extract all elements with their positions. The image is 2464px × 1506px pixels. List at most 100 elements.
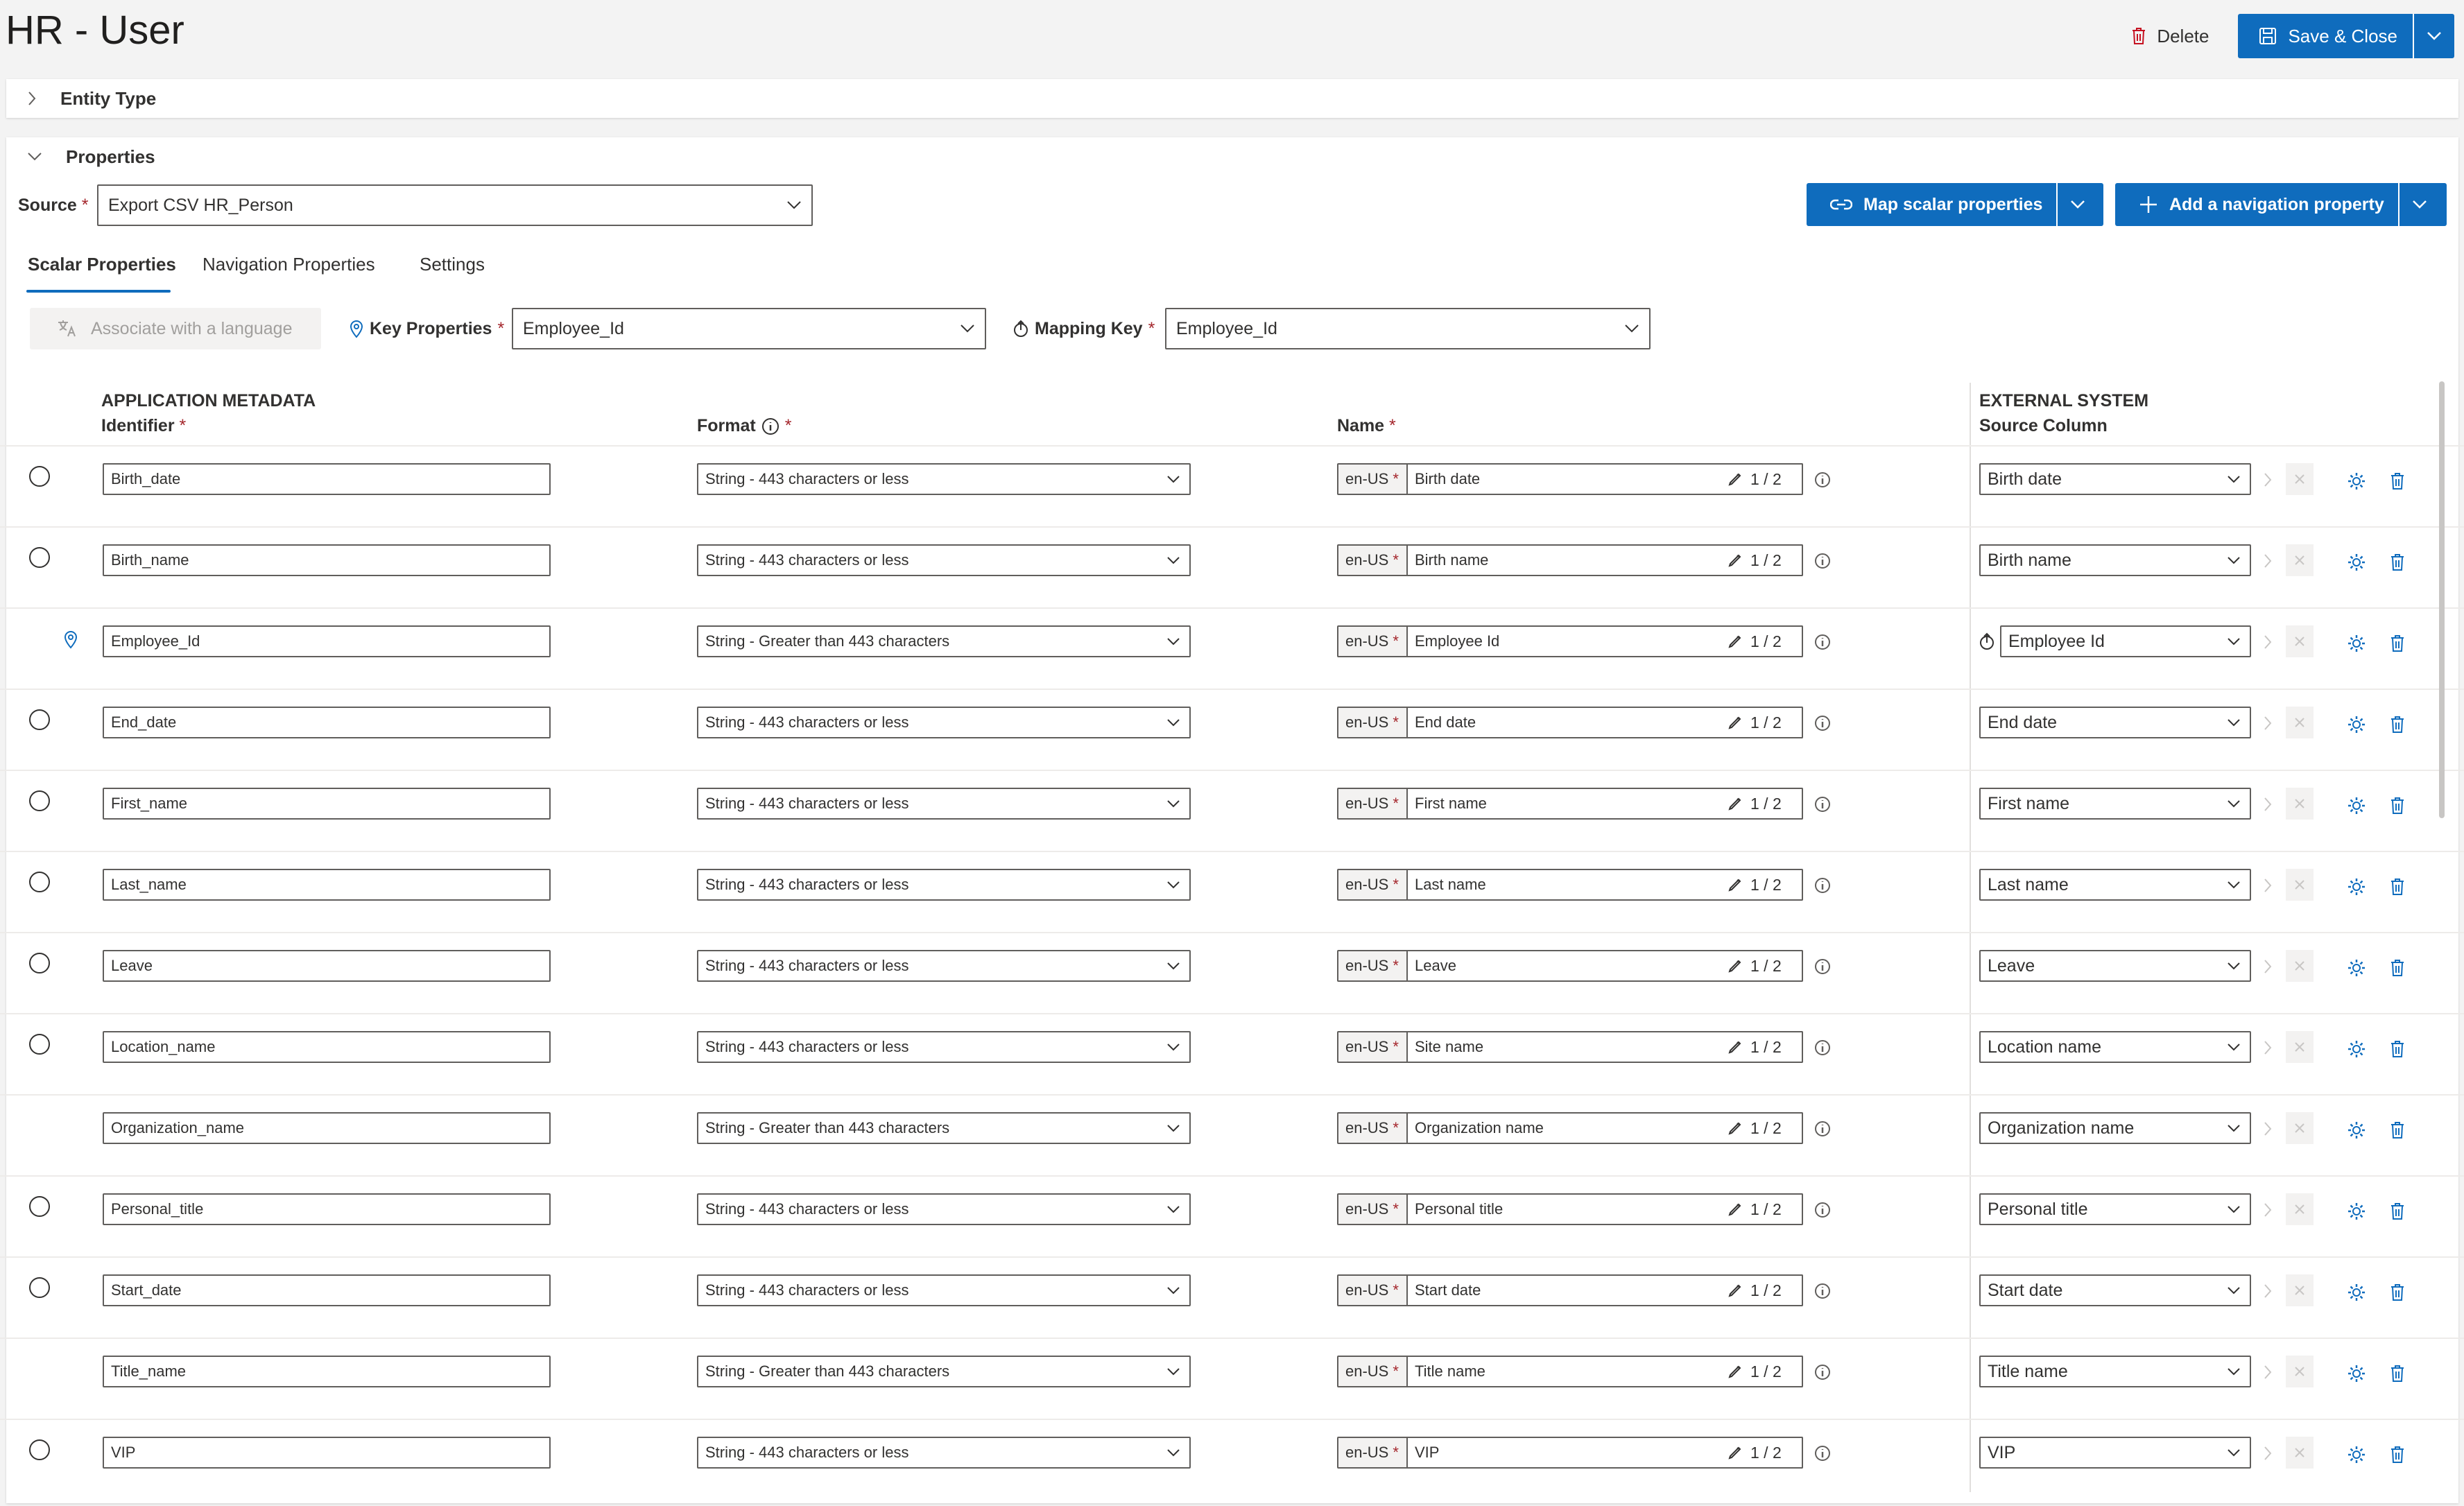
name-input[interactable]: en-US * Employee Id xyxy=(1337,625,1718,657)
format-select[interactable]: String - 443 characters or less xyxy=(697,544,1191,576)
translations-button[interactable]: 1 / 2 xyxy=(1717,950,1803,982)
format-select[interactable]: String - 443 characters or less xyxy=(697,788,1191,820)
clear-mapping-button[interactable] xyxy=(2286,625,2314,657)
name-input[interactable]: en-US * First name xyxy=(1337,788,1718,820)
trash-icon[interactable] xyxy=(2387,795,2408,817)
add-navigation-options-button[interactable] xyxy=(2397,183,2440,226)
clear-mapping-button[interactable] xyxy=(2286,463,2314,495)
source-column-select[interactable]: Employee Id xyxy=(2000,625,2251,657)
source-column-select[interactable]: Location name xyxy=(1979,1031,2251,1063)
source-column-select[interactable]: Birth date xyxy=(1979,463,2251,495)
map-options-button[interactable] xyxy=(2056,183,2098,226)
source-column-select[interactable]: Birth name xyxy=(1979,544,2251,576)
map-scalar-properties-button[interactable]: Map scalar properties xyxy=(1807,183,2056,226)
name-input[interactable]: en-US * Personal title xyxy=(1337,1193,1718,1225)
properties-header[interactable]: Properties xyxy=(6,137,2458,176)
source-column-select[interactable]: Leave xyxy=(1979,950,2251,982)
info-icon[interactable] xyxy=(1813,1444,1832,1463)
clear-mapping-button[interactable] xyxy=(2286,1437,2314,1469)
clear-mapping-button[interactable] xyxy=(2286,869,2314,901)
trash-icon[interactable] xyxy=(2387,1281,2408,1304)
trash-icon[interactable] xyxy=(2387,632,2408,655)
name-input[interactable]: en-US * Start date xyxy=(1337,1274,1718,1306)
chevron-right-icon[interactable] xyxy=(2258,873,2277,898)
row-select-radio[interactable] xyxy=(29,547,50,568)
info-icon[interactable] xyxy=(1813,876,1832,895)
format-select[interactable]: String - Greater than 443 characters xyxy=(697,1112,1191,1144)
row-select-radio[interactable] xyxy=(29,709,50,730)
identifier-input[interactable]: Birth_date xyxy=(103,463,551,495)
row-select-radio[interactable] xyxy=(29,1277,50,1298)
chevron-right-icon[interactable] xyxy=(2258,954,2277,979)
name-input[interactable]: en-US * VIP xyxy=(1337,1437,1718,1469)
format-select[interactable]: String - 443 characters or less xyxy=(697,707,1191,738)
trash-icon[interactable] xyxy=(2387,470,2408,492)
translations-button[interactable]: 1 / 2 xyxy=(1717,1437,1803,1469)
tab-scalar-properties[interactable]: Scalar Properties xyxy=(28,254,176,275)
trash-icon[interactable] xyxy=(2387,1362,2408,1385)
trash-icon[interactable] xyxy=(2387,1119,2408,1141)
format-select[interactable]: String - 443 characters or less xyxy=(697,950,1191,982)
format-select[interactable]: String - 443 characters or less xyxy=(697,869,1191,901)
identifier-input[interactable]: Title_name xyxy=(103,1356,551,1387)
chevron-right-icon[interactable] xyxy=(2258,1116,2277,1141)
info-icon[interactable] xyxy=(1813,795,1832,814)
info-icon[interactable] xyxy=(1813,1362,1832,1382)
gear-icon[interactable] xyxy=(2345,470,2368,492)
translations-button[interactable]: 1 / 2 xyxy=(1717,544,1803,576)
format-select[interactable]: String - Greater than 443 characters xyxy=(697,625,1191,657)
format-select[interactable]: String - 443 characters or less xyxy=(697,463,1191,495)
trash-icon[interactable] xyxy=(2387,551,2408,573)
trash-icon[interactable] xyxy=(2387,1444,2408,1466)
translations-button[interactable]: 1 / 2 xyxy=(1717,625,1803,657)
clear-mapping-button[interactable] xyxy=(2286,1031,2314,1063)
chevron-right-icon[interactable] xyxy=(2258,467,2277,492)
gear-icon[interactable] xyxy=(2345,1444,2368,1466)
trash-icon[interactable] xyxy=(2387,713,2408,736)
vertical-scrollbar[interactable] xyxy=(2439,381,2445,818)
key-properties-select[interactable]: Employee_Id xyxy=(512,308,986,349)
format-select[interactable]: String - 443 characters or less xyxy=(697,1437,1191,1469)
identifier-input[interactable]: Location_name xyxy=(103,1031,551,1063)
identifier-input[interactable]: Organization_name xyxy=(103,1112,551,1144)
info-icon[interactable] xyxy=(1813,713,1832,733)
source-column-select[interactable]: Title name xyxy=(1979,1356,2251,1387)
info-icon[interactable] xyxy=(1813,1038,1832,1057)
tab-navigation-properties[interactable]: Navigation Properties xyxy=(203,254,375,275)
chevron-right-icon[interactable] xyxy=(2258,1035,2277,1060)
row-select-radio[interactable] xyxy=(29,1196,50,1217)
clear-mapping-button[interactable] xyxy=(2286,788,2314,820)
gear-icon[interactable] xyxy=(2345,1281,2368,1304)
info-icon[interactable] xyxy=(1813,957,1832,976)
translations-button[interactable]: 1 / 2 xyxy=(1717,1193,1803,1225)
delete-button[interactable]: Delete xyxy=(2121,19,2219,54)
format-select[interactable]: String - 443 characters or less xyxy=(697,1031,1191,1063)
clear-mapping-button[interactable] xyxy=(2286,707,2314,738)
gear-icon[interactable] xyxy=(2345,1362,2368,1385)
format-select[interactable]: String - Greater than 443 characters xyxy=(697,1356,1191,1387)
info-icon[interactable] xyxy=(1813,470,1832,490)
mapping-key-select[interactable]: Employee_Id xyxy=(1165,308,1651,349)
name-input[interactable]: en-US * Leave xyxy=(1337,950,1718,982)
gear-icon[interactable] xyxy=(2345,632,2368,655)
row-select-radio[interactable] xyxy=(29,872,50,892)
chevron-right-icon[interactable] xyxy=(2258,792,2277,817)
tab-settings[interactable]: Settings xyxy=(420,254,485,275)
identifier-input[interactable]: End_date xyxy=(103,707,551,738)
info-icon[interactable] xyxy=(1813,1119,1832,1139)
chevron-right-icon[interactable] xyxy=(2258,1197,2277,1222)
source-column-select[interactable]: End date xyxy=(1979,707,2251,738)
translations-button[interactable]: 1 / 2 xyxy=(1717,463,1803,495)
chevron-right-icon[interactable] xyxy=(2258,711,2277,736)
source-column-select[interactable]: Personal title xyxy=(1979,1193,2251,1225)
identifier-input[interactable]: Last_name xyxy=(103,869,551,901)
gear-icon[interactable] xyxy=(2345,876,2368,898)
gear-icon[interactable] xyxy=(2345,1119,2368,1141)
translations-button[interactable]: 1 / 2 xyxy=(1717,1274,1803,1306)
gear-icon[interactable] xyxy=(2345,1200,2368,1222)
row-select-radio[interactable] xyxy=(29,1439,50,1460)
chevron-right-icon[interactable] xyxy=(2258,1360,2277,1385)
info-icon[interactable] xyxy=(1813,1200,1832,1220)
source-column-select[interactable]: Organization name xyxy=(1979,1112,2251,1144)
clear-mapping-button[interactable] xyxy=(2286,950,2314,982)
